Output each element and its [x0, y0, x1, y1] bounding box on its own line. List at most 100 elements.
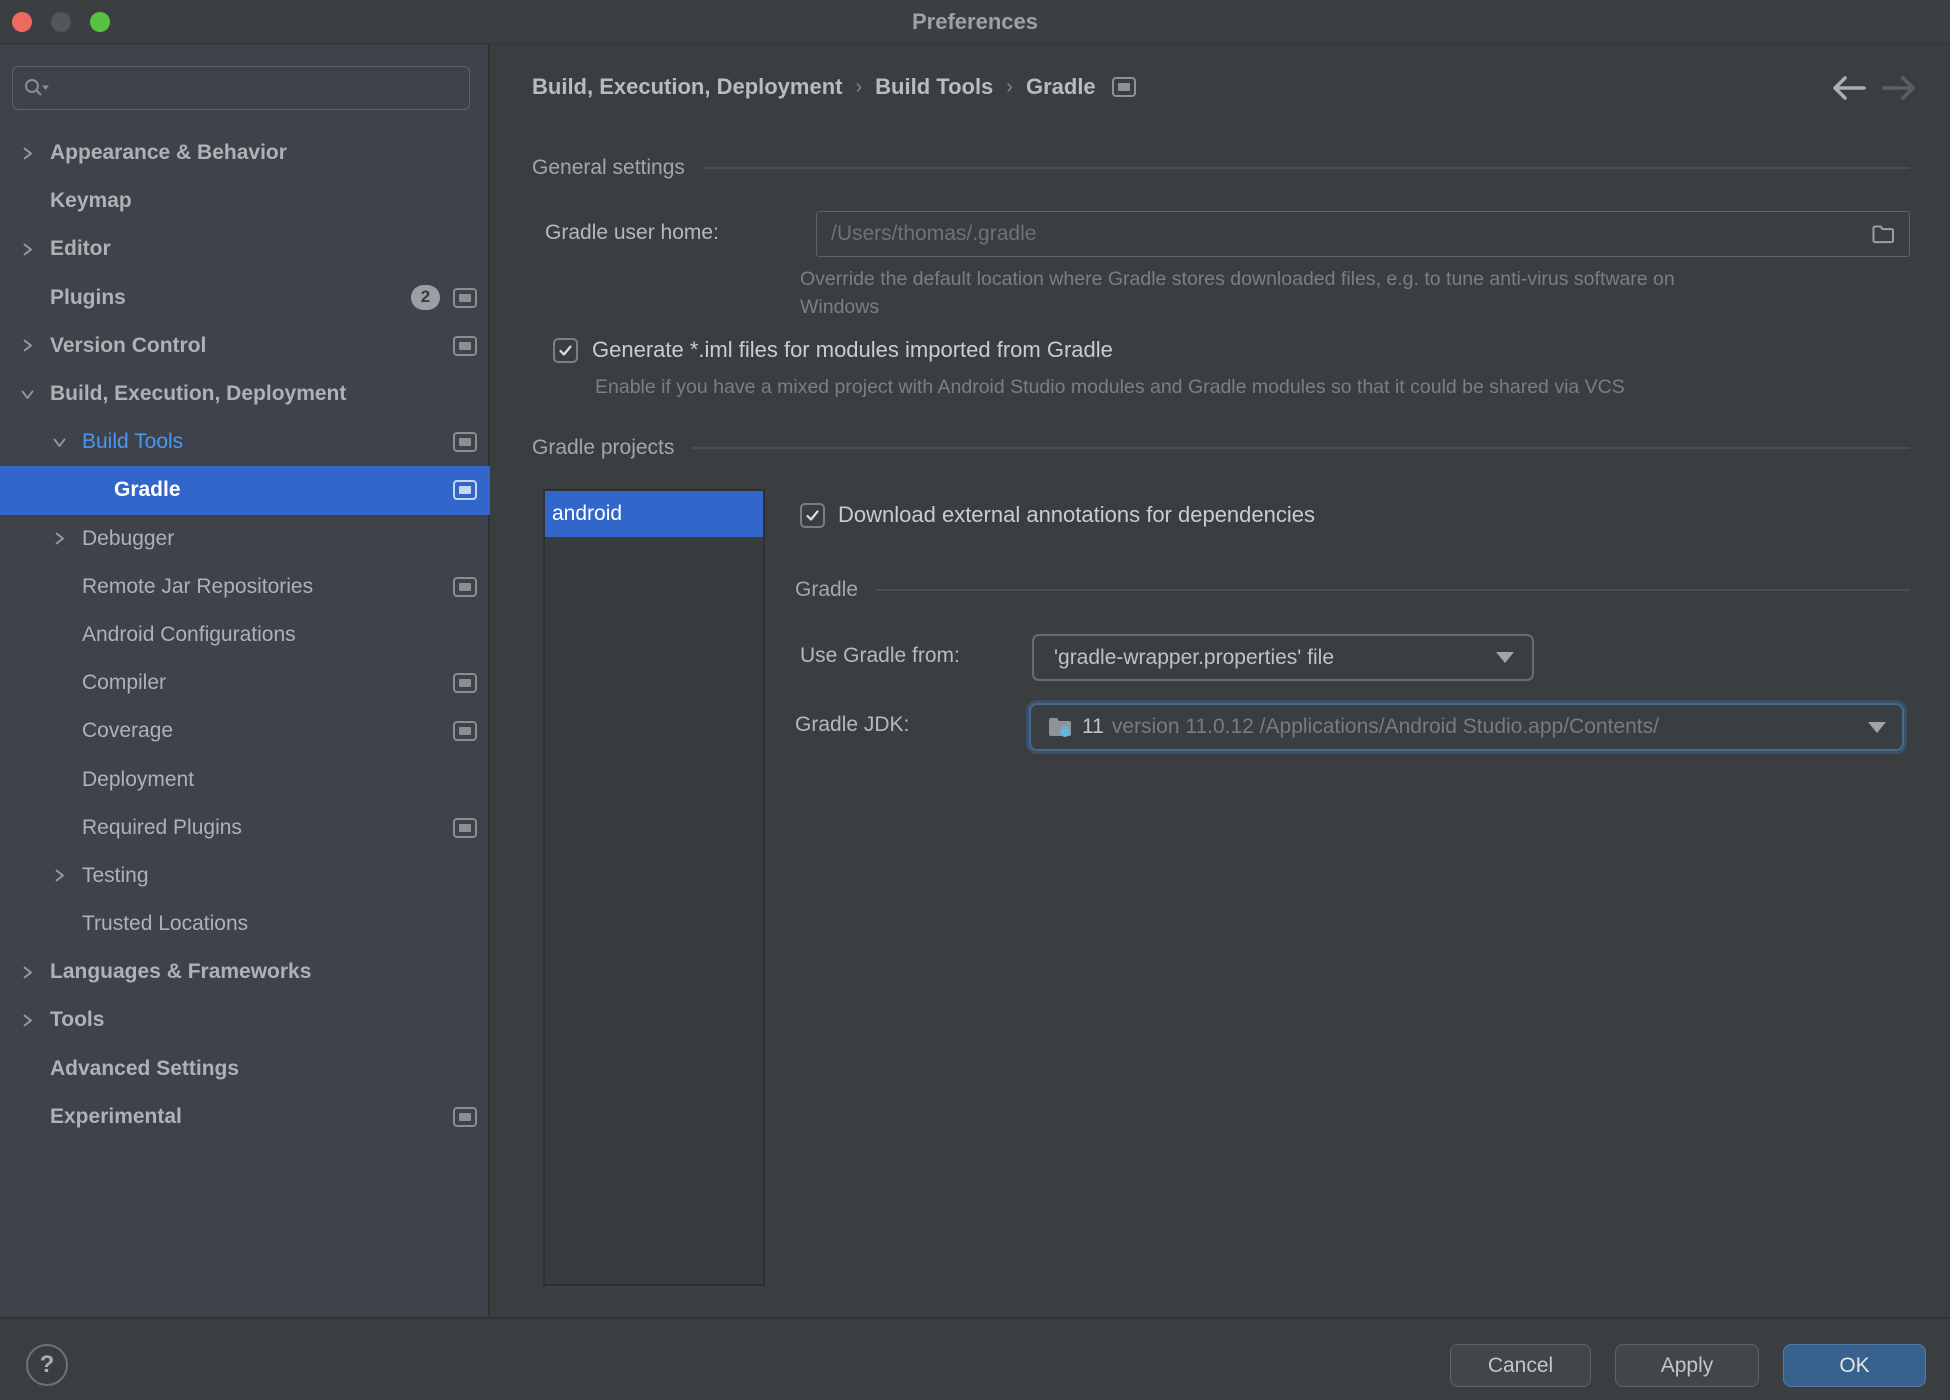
download-annotations-label[interactable]: Download external annotations for depend… [838, 502, 1315, 528]
breadcrumb-item-gradle[interactable]: Gradle [1026, 74, 1096, 100]
apply-button-label: Apply [1661, 1354, 1714, 1378]
section-general-settings: General settings [532, 156, 1910, 180]
sidebar-item-debugger[interactable]: Debugger [0, 515, 490, 563]
sidebar-item-deployment[interactable]: Deployment [0, 755, 490, 803]
sidebar-item-label: Advanced Settings [50, 1057, 239, 1081]
chevron-right-icon[interactable] [20, 242, 50, 257]
titlebar: Preferences [0, 0, 1950, 44]
minimize-window-icon[interactable] [51, 12, 71, 32]
sidebar-item-advanced-settings[interactable]: Advanced Settings [0, 1045, 490, 1093]
settings-sidebar: Appearance & Behavior Keymap Editor Plugins… [0, 45, 490, 1317]
settings-window-icon [453, 673, 477, 693]
gradle-projects-list[interactable]: android [543, 489, 765, 1286]
traffic-lights [12, 12, 110, 32]
cancel-button[interactable]: Cancel [1450, 1344, 1591, 1387]
generate-iml-help: Enable if you have a mixed project with … [595, 376, 1625, 399]
search-input[interactable] [58, 76, 469, 100]
settings-window-icon [453, 480, 477, 500]
checkmark-icon [558, 343, 573, 358]
sidebar-item-testing[interactable]: Testing [0, 852, 490, 900]
help-button[interactable]: ? [26, 1344, 68, 1386]
sidebar-item-build-tools[interactable]: Build Tools [0, 418, 490, 466]
back-arrow-icon[interactable] [1828, 72, 1868, 104]
sidebar-item-compiler[interactable]: Compiler [0, 659, 490, 707]
sidebar-item-android-configurations[interactable]: Android Configurations [0, 611, 490, 659]
sidebar-item-label: Experimental [50, 1105, 182, 1129]
sidebar-item-coverage[interactable]: Coverage [0, 707, 490, 755]
sidebar-item-plugins[interactable]: Plugins2 [0, 274, 490, 322]
sidebar-item-version-control[interactable]: Version Control [0, 322, 490, 370]
ok-button[interactable]: OK [1783, 1344, 1926, 1387]
settings-search-field[interactable] [12, 66, 470, 110]
breadcrumb-item-build-execution-deployment[interactable]: Build, Execution, Deployment [532, 74, 842, 100]
gradle-jdk-select[interactable]: 11 version 11.0.12 /Applications/Android… [1029, 703, 1904, 751]
sidebar-item-label: Build Tools [82, 430, 183, 454]
settings-window-icon [453, 288, 477, 308]
sidebar-item-label: Keymap [50, 189, 132, 213]
jdk-folder-icon [1047, 715, 1073, 739]
project-list-item-android[interactable]: android [545, 491, 763, 537]
sidebar-item-experimental[interactable]: Experimental [0, 1093, 490, 1141]
settings-window-icon [453, 721, 477, 741]
chevron-right-icon[interactable] [20, 146, 50, 161]
sidebar-item-label: Appearance & Behavior [50, 141, 287, 165]
chevron-down-icon [1868, 722, 1886, 733]
breadcrumb-item-build-tools[interactable]: Build Tools [875, 74, 993, 100]
sidebar-item-tools[interactable]: Tools [0, 996, 490, 1044]
sidebar-item-trusted-locations[interactable]: Trusted Locations [0, 900, 490, 948]
generate-iml-label[interactable]: Generate *.iml files for modules importe… [592, 337, 1113, 363]
generate-iml-checkbox[interactable] [553, 338, 578, 363]
sidebar-item-appearance-behavior[interactable]: Appearance & Behavior [0, 129, 490, 177]
sidebar-item-label: Trusted Locations [82, 912, 248, 936]
settings-window-icon [453, 432, 477, 452]
gradle-user-home-label: Gradle user home: [545, 221, 719, 245]
sidebar-item-label: Version Control [50, 334, 206, 358]
sidebar-item-label: Tools [50, 1008, 104, 1032]
close-window-icon[interactable] [12, 12, 32, 32]
sidebar-item-build-execution-deployment[interactable]: Build, Execution, Deployment [0, 370, 490, 418]
sidebar-item-label: Editor [50, 237, 111, 261]
sidebar-item-remote-jar-repositories[interactable]: Remote Jar Repositories [0, 563, 490, 611]
chevron-down-icon[interactable] [52, 435, 82, 450]
sidebar-item-required-plugins[interactable]: Required Plugins [0, 804, 490, 852]
download-annotations-checkbox[interactable] [800, 503, 825, 528]
sidebar-item-label: Required Plugins [82, 816, 242, 840]
chevron-right-icon[interactable] [20, 338, 50, 353]
sidebar-item-label: Remote Jar Repositories [82, 575, 313, 599]
gradle-user-home-field[interactable] [816, 211, 1910, 257]
settings-tree: Appearance & Behavior Keymap Editor Plugins… [0, 129, 490, 1141]
breadcrumb: Build, Execution, Deployment›Build Tools… [532, 74, 1136, 100]
settings-window-icon [453, 1107, 477, 1127]
sidebar-item-gradle[interactable]: Gradle [0, 466, 490, 514]
gradle-jdk-label: Gradle JDK: [795, 713, 909, 737]
gradle-jdk-detail: version 11.0.12 /Applications/Android St… [1112, 715, 1868, 739]
section-rule [692, 447, 1910, 449]
gradle-user-home-help-line1: Override the default location where Grad… [800, 268, 1675, 291]
sidebar-item-languages-frameworks[interactable]: Languages & Frameworks [0, 948, 490, 996]
chevron-right-icon[interactable] [20, 1013, 50, 1028]
folder-icon[interactable] [1872, 225, 1895, 244]
cancel-button-label: Cancel [1488, 1354, 1553, 1378]
help-button-label: ? [40, 1351, 55, 1379]
chevron-down-icon [1496, 652, 1514, 663]
use-gradle-from-select[interactable]: 'gradle-wrapper.properties' file [1032, 634, 1534, 681]
breadcrumb-separator: › [842, 76, 875, 99]
zoom-window-icon[interactable] [90, 12, 110, 32]
section-title: Gradle [795, 578, 858, 602]
chevron-right-icon[interactable] [52, 531, 82, 546]
chevron-down-icon[interactable] [20, 387, 50, 402]
breadcrumb-separator: › [993, 76, 1026, 99]
plugins-count-badge: 2 [411, 285, 440, 310]
chevron-right-icon[interactable] [20, 965, 50, 980]
sidebar-item-keymap[interactable]: Keymap [0, 177, 490, 225]
gradle-user-home-input[interactable] [831, 222, 1872, 246]
sidebar-item-editor[interactable]: Editor [0, 225, 490, 273]
apply-button[interactable]: Apply [1615, 1344, 1759, 1387]
chevron-right-icon[interactable] [52, 868, 82, 883]
settings-window-icon [453, 818, 477, 838]
sidebar-item-label: Deployment [82, 768, 194, 792]
forward-arrow-icon[interactable] [1880, 72, 1920, 104]
search-icon[interactable] [24, 77, 50, 99]
settings-window-icon [453, 577, 477, 597]
gradle-user-home-help-line2: Windows [800, 296, 879, 319]
